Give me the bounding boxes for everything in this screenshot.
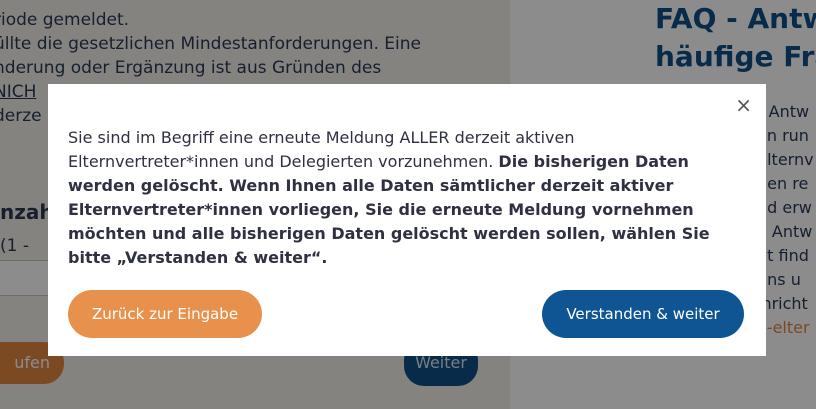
back-to-input-button[interactable]: Zurück zur Eingabe (68, 290, 262, 338)
confirmation-dialog: × Sie sind im Begriff eine erneute Meldu… (48, 84, 766, 356)
dialog-message: Sie sind im Begriff eine erneute Meldung… (68, 126, 748, 270)
confirm-continue-button[interactable]: Verstanden & weiter (542, 290, 744, 338)
close-icon[interactable]: × (735, 94, 752, 116)
